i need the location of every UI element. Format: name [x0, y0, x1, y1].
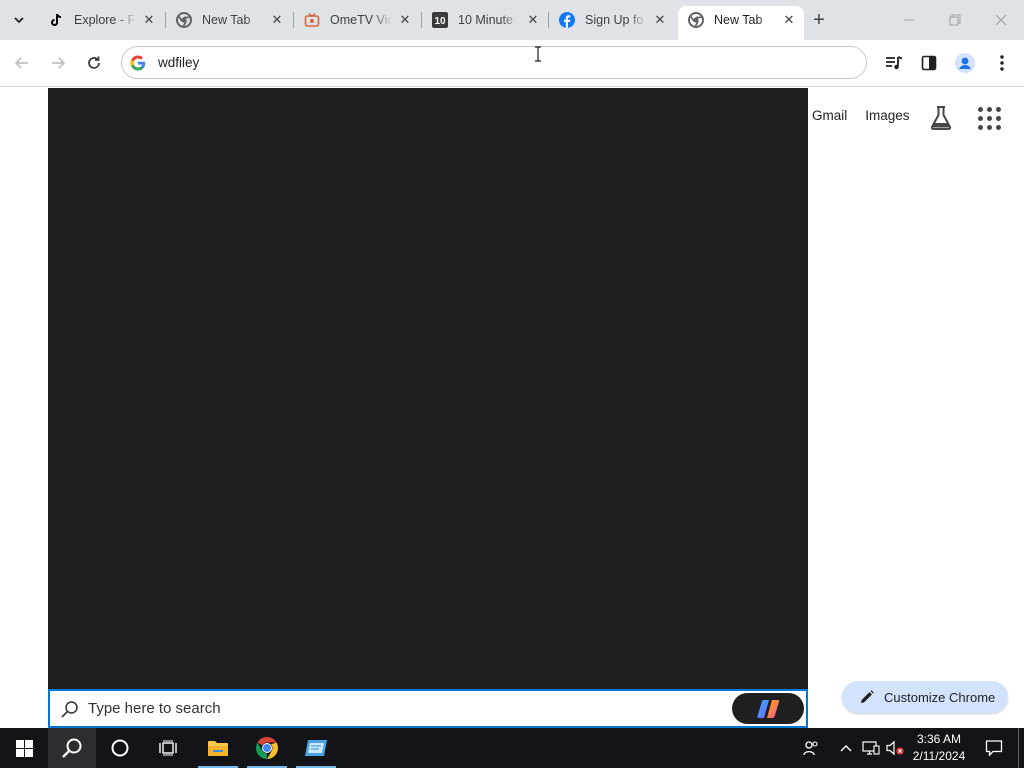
close-icon: [995, 14, 1007, 26]
gmail-link[interactable]: Gmail: [812, 108, 847, 123]
profile-button[interactable]: [950, 48, 980, 78]
back-button[interactable]: [7, 48, 37, 78]
svg-text:10: 10: [434, 16, 446, 27]
windows-search-box[interactable]: [48, 689, 808, 728]
clock-date: 2/11/2024: [912, 749, 966, 763]
close-icon[interactable]: ✕: [396, 11, 414, 29]
omnibox-input[interactable]: [158, 55, 808, 70]
people-icon: [803, 741, 818, 756]
search-icon: [61, 700, 78, 718]
show-hidden-icons-button[interactable]: [836, 728, 856, 768]
tab-title: New Tab: [714, 13, 763, 27]
tab-title: OmeTV Vid: [330, 13, 392, 27]
volume-muted-icon: [886, 740, 904, 756]
task-view-button[interactable]: [144, 728, 192, 768]
labs-flask-icon[interactable]: [929, 105, 953, 131]
side-panel-icon: [921, 55, 937, 71]
cortana-button[interactable]: [96, 728, 144, 768]
close-icon[interactable]: ✕: [524, 11, 542, 29]
task-view-icon: [159, 740, 177, 756]
close-icon[interactable]: ✕: [140, 11, 158, 29]
chevron-down-icon: [14, 17, 24, 24]
customize-chrome-label: Customize Chrome: [884, 689, 996, 705]
tab-title: Sign Up fo: [585, 13, 644, 27]
minimize-icon: [904, 19, 914, 21]
search-icon: [62, 738, 82, 758]
arrow-left-icon: [14, 57, 28, 69]
network-button[interactable]: [860, 728, 882, 768]
ometv-icon: [304, 12, 320, 28]
side-panel-button[interactable]: [914, 48, 944, 78]
chrome-icon: [176, 12, 192, 28]
google-g-icon: [130, 55, 146, 71]
folder-icon: [208, 741, 228, 756]
customize-chrome-button[interactable]: Customize Chrome: [842, 681, 1008, 713]
windows-taskbar: 3:36 AM 2/11/2024: [0, 728, 1024, 768]
copilot-icon: [757, 699, 780, 718]
close-icon[interactable]: ✕: [268, 11, 286, 29]
close-window-button[interactable]: [978, 0, 1024, 40]
tiktok-icon: [48, 12, 64, 28]
new-tab-button[interactable]: +: [806, 7, 832, 33]
volume-button[interactable]: [884, 728, 906, 768]
avatar-icon: [955, 53, 975, 73]
tab-explore[interactable]: Explore - F ✕: [38, 6, 164, 34]
tab-ometv[interactable]: OmeTV Vid ✕: [294, 6, 420, 34]
tab-title: 10 Minute: [458, 13, 513, 27]
close-icon[interactable]: ✕: [780, 11, 798, 29]
top-links: Gmail Images: [812, 108, 928, 123]
windows-search-input[interactable]: [88, 700, 732, 717]
close-icon[interactable]: ✕: [651, 11, 669, 29]
google-apps-icon[interactable]: [978, 107, 1002, 131]
clock-time: 3:36 AM: [916, 732, 962, 746]
taskbar-search-button[interactable]: [48, 728, 96, 768]
tab-title: Explore - F: [74, 13, 136, 27]
windows-logo-icon: [15, 739, 33, 757]
show-desktop-button[interactable]: [1018, 728, 1019, 768]
facebook-icon: [559, 12, 575, 28]
tab-title: New Tab: [202, 13, 251, 27]
media-queue-icon: [886, 56, 903, 70]
more-vert-icon: [1000, 55, 1004, 71]
reload-button[interactable]: [79, 48, 109, 78]
pencil-icon: [861, 690, 874, 703]
app-window-icon: [305, 740, 327, 756]
tab-new-tab[interactable]: New Tab ✕: [166, 6, 292, 34]
tab-strip: Explore - F ✕ New Tab ✕ OmeTV Vid ✕ 10 1…: [0, 0, 1024, 40]
search-flyout-panel: [48, 88, 808, 690]
arrow-right-icon: [52, 57, 66, 69]
tab-search-button[interactable]: [6, 7, 32, 33]
images-link[interactable]: Images: [865, 108, 909, 123]
chrome-taskbar-button[interactable]: [243, 728, 291, 768]
cortana-circle-icon: [111, 739, 129, 757]
new-tab-page: Gmail Images Customize Chrome: [0, 88, 1024, 728]
restore-icon: [949, 14, 961, 26]
app-window-taskbar-button[interactable]: [292, 728, 340, 768]
people-button[interactable]: [798, 728, 824, 768]
tab-10-minute[interactable]: 10 10 Minute ✕: [422, 6, 548, 34]
browser-toolbar: [0, 40, 1024, 87]
chrome-icon: [688, 12, 704, 28]
forward-button[interactable]: [43, 48, 73, 78]
chrome-menu-button[interactable]: [987, 48, 1017, 78]
address-bar[interactable]: [121, 46, 867, 79]
network-icon: [862, 741, 880, 755]
reload-icon: [88, 56, 100, 69]
copilot-button[interactable]: [732, 693, 804, 724]
notification-icon: [985, 740, 1003, 757]
tab-sign-up[interactable]: Sign Up fo ✕: [549, 6, 675, 34]
system-clock[interactable]: 3:36 AM 2/11/2024: [906, 731, 972, 765]
ten-minute-icon: 10: [432, 12, 448, 28]
text-cursor-icon: [535, 46, 541, 62]
chevron-up-icon: [840, 745, 852, 752]
action-center-button[interactable]: [980, 728, 1008, 768]
minimize-button[interactable]: [886, 0, 932, 40]
chrome-icon: [256, 737, 278, 759]
tab-new-tab-active[interactable]: New Tab ✕: [678, 6, 804, 40]
media-controls-button[interactable]: [879, 48, 909, 78]
file-explorer-button[interactable]: [194, 728, 242, 768]
restore-button[interactable]: [932, 0, 978, 40]
start-button[interactable]: [0, 728, 48, 768]
